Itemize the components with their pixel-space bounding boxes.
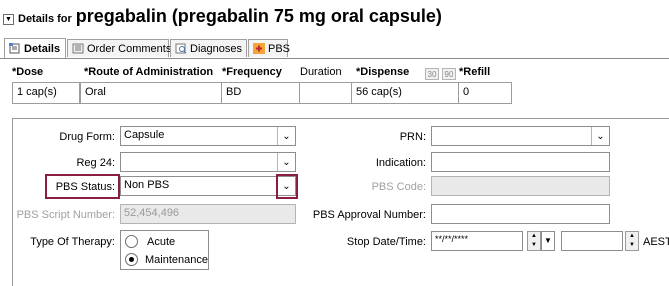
details-for-label: Details for [18,13,72,25]
dispense-cell[interactable]: 56 cap(s) [351,82,459,104]
pbs-status-label: PBS Status: [55,181,115,193]
prn-select[interactable]: ⌄ [431,126,610,146]
dispense-90-button[interactable]: 90 [442,68,456,80]
refill-cell[interactable]: 0 [458,82,512,104]
collapse-toggle-icon[interactable]: ▼ [3,14,14,25]
timezone-label: AEST [643,236,669,248]
stop-time-field[interactable] [561,231,623,251]
pbs-script-number-field: 52,454,496 [120,204,296,224]
pbs-icon [253,43,265,54]
details-icon [9,43,21,54]
tab-details-label: Details [24,42,61,55]
prn-label: PRN: [399,131,426,143]
pbs-status-value: Non PBS [124,179,170,191]
tab-details[interactable]: Details [4,38,66,58]
tab-diagnoses-label: Diagnoses [190,42,242,55]
details-header: ▼ Details for pregabalin (pregabalin 75 … [3,6,442,30]
pbs-status-dropdown-highlight [276,174,298,199]
type-of-therapy-label: Type Of Therapy: [30,236,115,248]
indication-label: Indication: [375,157,426,169]
stop-date-time-label: Stop Date/Time: [346,236,426,248]
chevron-down-icon[interactable]: ⌄ [277,153,295,171]
reg24-label: Reg 24: [76,157,115,169]
therapy-maintenance-option[interactable]: Maintenance [125,253,208,266]
dose-header: *Dose [12,66,44,78]
acute-label: Acute [147,235,176,248]
calendar-dropdown-button[interactable]: ▼ [541,231,555,251]
stop-date-placeholder: **/**/**** [435,234,469,244]
pbs-code-label: PBS Code: [371,181,426,193]
stop-date-spinner[interactable]: ▲ ▼ [527,231,541,251]
pbs-status-select[interactable]: Non PBS ⌄ [120,176,296,196]
chevron-down-icon[interactable]: ⌄ [277,127,295,145]
dispense-header: *Dispense [356,66,410,78]
route-header: *Route of Administration [84,66,214,78]
dispense-30-button[interactable]: 30 [425,68,439,80]
pbs-approval-number-label: PBS Approval Number: [312,209,426,221]
dose-cell[interactable]: 1 cap(s) [12,82,80,104]
maintenance-label: Maintenance [145,253,208,266]
diagnoses-icon [175,43,187,54]
order-title: pregabalin (pregabalin 75 mg oral capsul… [75,6,442,26]
stop-date-field[interactable]: **/**/**** [431,231,523,251]
drug-form-select[interactable]: Capsule ⌄ [120,126,296,146]
route-cell[interactable]: Oral [80,82,222,104]
tab-order-comments-label: Order Comments [87,42,172,55]
indication-field[interactable] [431,152,610,172]
comments-icon [72,43,84,54]
acute-radio[interactable] [125,235,138,248]
tab-order-comments[interactable]: Order Comments [67,39,172,57]
tab-diagnoses[interactable]: Diagnoses [170,39,247,57]
frequency-cell[interactable]: BD [221,82,300,104]
pbs-script-number-label: PBS Script Number: [16,209,115,221]
drug-form-value: Capsule [124,129,165,141]
therapy-radio-group: Acute Maintenance [120,230,209,270]
tab-pbs[interactable]: PBS [248,39,291,57]
therapy-acute-option[interactable]: Acute [125,235,175,248]
refill-header: *Refill [459,66,491,78]
chevron-down-icon[interactable]: ⌄ [591,127,609,145]
duration-header: Duration [300,66,342,78]
duration-cell[interactable] [299,82,352,104]
frequency-header: *Frequency [222,66,282,78]
stop-time-spinner[interactable]: ▲ ▼ [625,231,639,251]
pbs-code-field [431,176,610,196]
maintenance-radio[interactable] [125,253,138,266]
tab-bar: Details Order Comments Diagnoses PBS [0,36,669,59]
pbs-approval-number-field[interactable] [431,204,610,224]
reg24-select[interactable]: ⌄ [120,152,296,172]
tab-pbs-label: PBS [268,42,291,55]
drug-form-label: Drug Form: [59,131,115,143]
